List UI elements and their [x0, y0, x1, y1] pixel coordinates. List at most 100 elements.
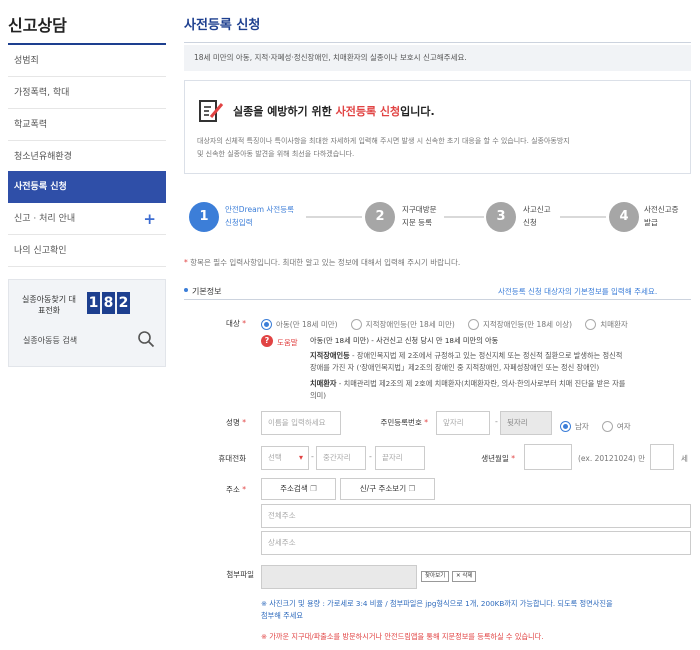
- address-new-old-button[interactable]: 신/구 주소보기 ❐: [340, 478, 435, 500]
- intro-heading-c: 입니다.: [400, 105, 435, 118]
- step-connector: [306, 216, 362, 218]
- hotline-label: 실종아동찾기 대표전화: [21, 295, 77, 315]
- step-3-circle: 3: [486, 202, 516, 232]
- step-2-circle: 2: [365, 202, 395, 232]
- radio-icon[interactable]: [585, 319, 597, 330]
- plus-icon[interactable]: +: [143, 203, 156, 235]
- address-label: 주소 *: [186, 484, 246, 495]
- bullet-dot: [184, 288, 188, 292]
- sidebar-item-youth-environment[interactable]: 청소년유해환경: [8, 141, 166, 173]
- radio-icon[interactable]: [467, 319, 479, 330]
- name-label: 성명 *: [186, 417, 246, 428]
- select-value: 선택: [268, 453, 282, 462]
- phone-label: 휴대전화: [218, 454, 246, 463]
- name-input[interactable]: 이름을 입력하세요: [261, 411, 341, 435]
- address-detail-input[interactable]: 상세주소: [261, 531, 691, 555]
- hotline-number: 1 8 2: [87, 292, 130, 314]
- delete-button[interactable]: ✕ 삭제: [452, 571, 477, 582]
- gender-option-male[interactable]: 남자: [560, 416, 589, 435]
- sidebar-item-domestic-violence[interactable]: 가정폭력, 학대: [8, 77, 166, 109]
- help-title: 도움말: [277, 338, 298, 347]
- intro-body-line: 및 신속한 실종아동 발견을 위해 최선을 다하겠습니다.: [197, 150, 355, 158]
- rrn-label-text: 주민등록번호: [380, 418, 422, 427]
- step-1-label: 안전Dream 사전등록 신청입력: [225, 203, 294, 229]
- button-label: 신/구 주소보기: [359, 484, 407, 493]
- hotline-digit: 1: [87, 292, 100, 314]
- radio-label: 아동(만 18세 미만): [276, 320, 338, 329]
- address-search-button[interactable]: 주소검색 ❐: [261, 478, 336, 500]
- age-input[interactable]: [650, 444, 674, 470]
- intro-body-line: 대상자의 신체적 특징이나 특이사항을 최대한 자세하게 입력해 주시면 발생 …: [197, 137, 570, 145]
- sidebar-item-label: 신고 · 처리 안내: [14, 214, 76, 224]
- attachment-path-input[interactable]: [261, 565, 417, 589]
- required-mark: *: [424, 418, 428, 427]
- radio-checked-icon[interactable]: [261, 319, 272, 330]
- required-mark: *: [242, 319, 246, 328]
- rrn-front-input[interactable]: 앞자리: [436, 411, 490, 435]
- birth-label-text: 생년월일: [481, 454, 509, 463]
- required-mark: *: [242, 418, 246, 427]
- phone-dash: -: [369, 452, 372, 461]
- step-label-line: 안전Dream 사전등록: [225, 205, 294, 214]
- radio-label: 남자: [575, 422, 589, 431]
- name-label-text: 성명: [226, 418, 240, 427]
- notice-bar: 18세 미만의 아동, 지적·자폐성·정신장애인, 치매환자의 실종이나 보호시…: [184, 45, 691, 71]
- section-title-basic: 기본정보: [192, 287, 222, 296]
- intro-heading-a: 실종을 예방하기 위한: [233, 105, 336, 118]
- sidebar-item-report-guide[interactable]: 신고 · 처리 안내 +: [8, 203, 166, 235]
- hotline-digit: 8: [102, 292, 115, 314]
- step-1-circle: 1: [189, 202, 219, 232]
- section-note: 사전등록 신청 대상자의 기본정보를 입력해 주세요.: [498, 287, 658, 296]
- step-label-line: 신청: [523, 218, 537, 227]
- fingerprint-warning: ※ 가까운 지구대/파출소를 방문하시거나 안전드림앱을 통해 지문정보를 등록…: [261, 632, 544, 641]
- search-icon[interactable]: [137, 330, 155, 348]
- target-option-disabled-adult[interactable]: 지적장애인등(만 18세 이상): [467, 314, 572, 333]
- target-option-child[interactable]: 아동(만 18세 미만): [261, 314, 338, 333]
- missing-search-link[interactable]: 실종아동등 검색: [23, 335, 77, 346]
- attachment-note: ※ 사진크기 및 용량 : 가로세로 3:4 비율 / 첨부파일은 jpg형식으…: [261, 598, 691, 622]
- radio-label: 여자: [616, 422, 631, 431]
- title-divider: [184, 42, 691, 43]
- note-line: ※ 사진크기 및 용량 : 가로세로 3:4 비율 / 첨부파일은 jpg형식으…: [261, 599, 613, 608]
- attachment-label: 첨부파일: [226, 570, 254, 579]
- step-connector: [560, 216, 606, 218]
- step-4-label: 사전신고증 발급: [644, 203, 679, 229]
- chevron-down-icon: ▾: [298, 453, 303, 462]
- required-mark: *: [184, 258, 188, 267]
- help-heading: 지적장애인등: [310, 351, 350, 360]
- target-option-dementia[interactable]: 치매환자: [585, 314, 628, 333]
- copy-icon: ❐: [408, 484, 416, 493]
- sidebar-item-school-violence[interactable]: 학교폭력: [8, 109, 166, 141]
- rrn-dash: -: [495, 417, 498, 426]
- step-3-label: 사고신고 신청: [523, 203, 551, 229]
- sidebar-item-pre-registration[interactable]: 사전등록 신청: [8, 171, 166, 203]
- help-heading: 치매환자: [310, 379, 337, 388]
- intro-body: 대상자의 신체적 특징이나 특이사항을 최대한 자세하게 입력해 주시면 발생 …: [197, 135, 677, 161]
- age-unit: 세: [681, 454, 688, 463]
- sidebar-item-my-report[interactable]: 나의 신고확인: [8, 235, 166, 267]
- hotline-digit: 2: [117, 292, 130, 314]
- address-full-input[interactable]: 전체주소: [261, 504, 691, 528]
- sidebar-title: 신고상담: [8, 16, 67, 35]
- phone-mid-input[interactable]: 중간자리: [316, 446, 366, 470]
- help-child: 아동(만 18세 미만) - 사건신고 신청 당시 만 18세 미만의 아동: [310, 336, 499, 345]
- sidebar-item-sexual-crime[interactable]: 성범죄: [8, 45, 166, 77]
- help-line: 장애를 가진 자 ('장애인복지법」제2조의 장애인 중 지적장애인, 자폐성장…: [310, 363, 600, 372]
- step-connector: [444, 216, 484, 218]
- radio-label: 치매환자: [600, 320, 628, 329]
- step-label-line: 지문 등록: [402, 218, 432, 227]
- phone-last-input[interactable]: 끝자리: [375, 446, 425, 470]
- gender-option-female[interactable]: 여자: [601, 416, 631, 435]
- birth-input[interactable]: [524, 444, 572, 470]
- step-label-line: 지구대방문: [402, 205, 437, 214]
- target-option-disabled-minor[interactable]: 지적장애인등(만 18세 미만): [350, 314, 455, 333]
- required-mark: *: [511, 454, 515, 463]
- radio-icon[interactable]: [350, 319, 362, 330]
- rrn-back-input[interactable]: 뒷자리: [500, 411, 552, 435]
- radio-icon[interactable]: [601, 421, 613, 432]
- radio-checked-icon[interactable]: [560, 421, 571, 432]
- note-line: 첨부해 주세요: [261, 611, 303, 620]
- copy-icon: ❐: [310, 484, 317, 493]
- phone-prefix-select[interactable]: 선택 ▾: [261, 446, 309, 470]
- browse-button[interactable]: 찾아보기: [421, 571, 450, 582]
